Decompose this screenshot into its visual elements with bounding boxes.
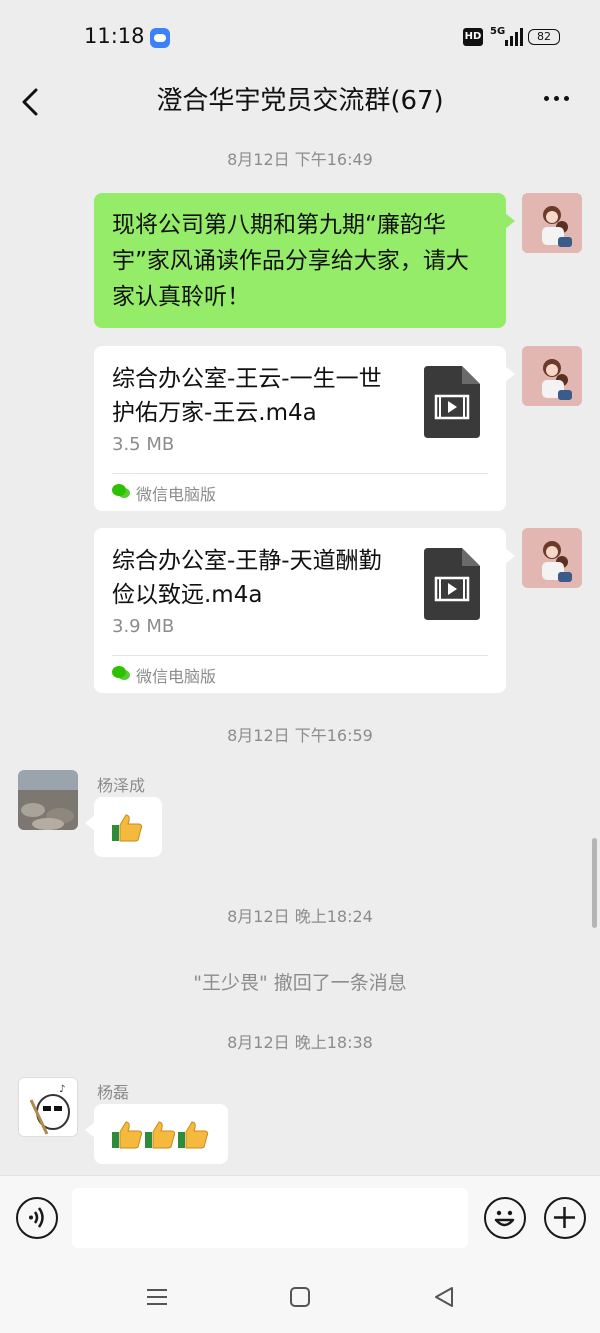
thumbs-up-icon bbox=[178, 1121, 209, 1149]
video-file-icon bbox=[424, 366, 480, 438]
video-file-icon bbox=[424, 548, 480, 620]
file-size: 3.5 MB bbox=[112, 434, 175, 455]
file-message-card[interactable]: 综合办公室-王云-一生一世护佑万家-王云.m4a 3.5 MB 微信电脑版 bbox=[94, 346, 515, 511]
avatar-sender[interactable]: ♪ bbox=[18, 1077, 78, 1137]
plus-icon bbox=[554, 1207, 575, 1228]
wechat-icon bbox=[112, 484, 130, 498]
timestamp: 8月12日 晚上18:24 bbox=[227, 907, 373, 926]
timestamp: 8月12日 晚上18:38 bbox=[227, 1033, 373, 1052]
avatar-image: ♪ bbox=[19, 1078, 77, 1136]
thumbs-up-icon bbox=[112, 814, 143, 842]
status-bar: 11:18 HD 5G 82 bbox=[0, 0, 600, 72]
page-title: 澄合华宇党员交流群(67) bbox=[156, 86, 444, 116]
battery-icon: 82 bbox=[528, 29, 560, 45]
input-bar bbox=[0, 1175, 600, 1259]
smiley-icon bbox=[494, 1210, 515, 1227]
svg-text:♪: ♪ bbox=[59, 1084, 65, 1095]
home-icon[interactable] bbox=[286, 1283, 314, 1311]
emoji-button[interactable] bbox=[484, 1197, 526, 1239]
timestamp: 8月12日 下午16:49 bbox=[227, 150, 373, 169]
chat-header: 澄合华宇党员交流群(67) bbox=[0, 72, 600, 132]
recall-notice: "王少畏" 撤回了一条消息 bbox=[193, 972, 407, 994]
wechat-icon bbox=[112, 666, 130, 680]
file-name: 综合办公室-王云-一生一世护佑万家-王云.m4a bbox=[112, 366, 382, 426]
hd-icon: HD bbox=[463, 28, 483, 46]
voice-icon bbox=[29, 1207, 44, 1228]
system-navigation-bar bbox=[0, 1259, 600, 1333]
menu-icon[interactable] bbox=[143, 1283, 171, 1311]
message-input[interactable] bbox=[72, 1188, 468, 1248]
message-bubble[interactable] bbox=[85, 1104, 228, 1164]
avatar-image bbox=[522, 193, 582, 253]
timestamp: 8月12日 下午16:59 bbox=[227, 726, 373, 745]
notification-app-icon bbox=[150, 28, 170, 48]
divider bbox=[112, 655, 488, 656]
network-type: 5G bbox=[490, 26, 506, 37]
file-size: 3.9 MB bbox=[112, 616, 175, 637]
status-time: 11:18 bbox=[84, 24, 145, 48]
avatar-image bbox=[522, 346, 582, 406]
avatar-image bbox=[18, 770, 78, 830]
file-message-card[interactable]: 综合办公室-王静-天道酬勤 俭以致远.m4a 3.9 MB 微信电脑版 bbox=[94, 528, 515, 693]
thumbs-up-icon bbox=[145, 1121, 176, 1149]
signal-icon bbox=[505, 28, 523, 46]
avatar-sender[interactable] bbox=[18, 770, 78, 830]
back-triangle-icon[interactable] bbox=[430, 1283, 458, 1311]
file-name: 综合办公室-王静-天道酬勤 俭以致远.m4a bbox=[112, 548, 382, 608]
more-actions-button[interactable] bbox=[544, 1197, 586, 1239]
file-source: 微信电脑版 bbox=[136, 485, 217, 504]
avatar-self[interactable] bbox=[522, 193, 582, 253]
message-bubble[interactable] bbox=[85, 797, 162, 857]
more-button[interactable] bbox=[540, 86, 574, 116]
voice-button[interactable] bbox=[16, 1197, 58, 1239]
divider bbox=[112, 473, 488, 474]
file-source: 微信电脑版 bbox=[136, 667, 217, 686]
avatar-self[interactable] bbox=[522, 346, 582, 406]
sender-name: 杨泽成 bbox=[97, 776, 146, 795]
message-bubble-text[interactable]: 现将公司第八期和第九期“廉韵华宇”家风诵读作品分享给大家，请大家认真聆听！ bbox=[94, 193, 515, 328]
avatar-self[interactable] bbox=[522, 528, 582, 588]
avatar-image bbox=[522, 528, 582, 588]
thumbs-up-icon bbox=[112, 1121, 143, 1149]
sender-name: 杨磊 bbox=[97, 1083, 130, 1102]
